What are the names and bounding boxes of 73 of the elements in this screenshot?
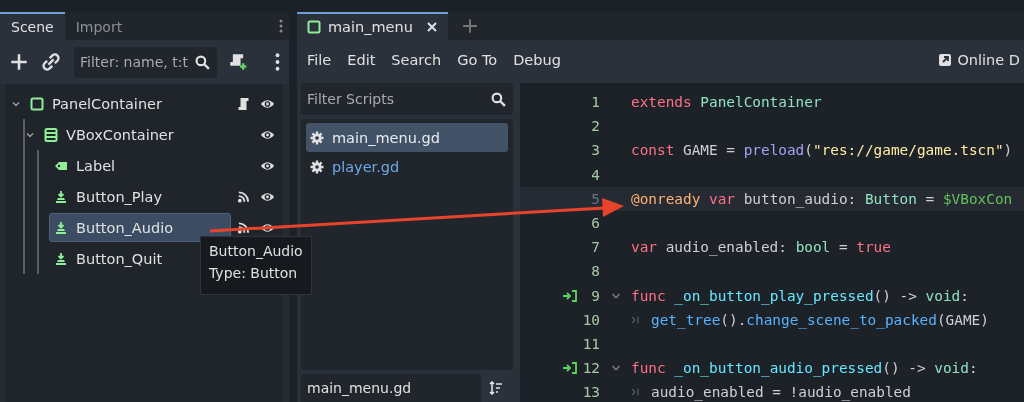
script-item[interactable]: player.gd: [306, 152, 508, 181]
menu-item[interactable]: Search: [383, 52, 450, 68]
close-icon[interactable]: [425, 21, 438, 33]
link-icon[interactable]: [42, 53, 60, 71]
code-line: const GAME = preload("res://game/game.tscn"): [631, 142, 1013, 159]
line-number: 10: [581, 311, 600, 328]
script-icon[interactable]: [237, 96, 250, 111]
code-line: @onready var button_audio: Button = $VBoxCon: [631, 190, 1013, 207]
sort-icon[interactable]: [489, 381, 503, 395]
signal-icon[interactable]: [237, 189, 250, 204]
add-tab-icon[interactable]: [461, 18, 478, 34]
line-number: 13: [581, 384, 600, 401]
line-number: 5: [590, 190, 600, 207]
eye-icon[interactable]: [260, 221, 275, 234]
signal-connection-icon[interactable]: [562, 362, 578, 375]
filter-field[interactable]: Filter: name, t:t: [74, 46, 217, 78]
file-tab[interactable]: main_menu: [297, 12, 448, 40]
dock-tab[interactable]: Import: [64, 12, 134, 40]
script-filter-field[interactable]: Filter Scripts: [301, 83, 513, 115]
eye-icon[interactable]: [260, 159, 275, 172]
external-link-icon: [938, 53, 953, 67]
button-node-icon: [54, 220, 68, 235]
code-line: var audio_enabled: bool = true: [631, 239, 891, 256]
tree-item[interactable]: Label: [49, 151, 121, 180]
menu-item[interactable]: Debug: [505, 52, 569, 68]
dock-tab[interactable]: Scene: [0, 12, 65, 40]
method-filter-field[interactable]: main_menu.gd: [301, 374, 481, 402]
code-line: audio_enabled = !audio_enabled: [651, 384, 911, 401]
eye-icon[interactable]: [260, 190, 275, 203]
tree-item[interactable]: Button_Audio: [49, 213, 231, 242]
line-number: 1: [590, 94, 600, 111]
signal-connection-icon[interactable]: [562, 289, 578, 302]
more-icon[interactable]: [275, 53, 280, 71]
code-line: func _on_button_audio_pressed() -> void:: [631, 360, 978, 377]
code-editor[interactable]: [520, 83, 1024, 402]
tooltip-title: Button_Audio: [209, 243, 303, 259]
signal-icon[interactable]: [237, 220, 250, 235]
line-number: 8: [590, 263, 600, 280]
line-number: 12: [581, 360, 600, 377]
line-number: 11: [581, 335, 600, 352]
eye-icon[interactable]: [260, 97, 275, 110]
menu-item[interactable]: Edit: [339, 52, 384, 68]
search-icon: [195, 54, 210, 70]
tooltip-type: Type: Button: [209, 265, 299, 281]
line-number: 7: [590, 239, 600, 256]
attach-script-icon[interactable]: [229, 53, 247, 71]
more-icon[interactable]: [279, 19, 283, 33]
script-item[interactable]: main_menu.gd: [306, 123, 508, 152]
menu-item[interactable]: Go To: [449, 52, 506, 68]
gear-icon: [310, 130, 324, 145]
panel-node-icon: [307, 20, 321, 34]
code-line: func _on_button_play_pressed() -> void:: [631, 287, 969, 304]
code-line: extends PanelContainer: [631, 94, 822, 111]
tree-item[interactable]: VBoxContainer: [39, 120, 179, 149]
line-number: 3: [590, 142, 600, 159]
line-number: 2: [590, 118, 600, 135]
menu-item[interactable]: File: [299, 52, 340, 68]
button-node-icon: [54, 251, 68, 266]
online-docs-link[interactable]: Online D: [938, 52, 1020, 68]
code-line: get_tree().change_scene_to_packed(GAME): [651, 311, 989, 328]
tree-item[interactable]: Button_Quit: [49, 244, 168, 273]
line-number: 9: [590, 287, 600, 304]
panel-node-icon: [30, 96, 44, 111]
tree-item[interactable]: PanelContainer: [25, 89, 167, 118]
line-number: 6: [590, 215, 600, 232]
add-icon[interactable]: [10, 53, 28, 71]
button-node-icon: [54, 189, 68, 204]
search-icon: [491, 91, 506, 107]
tree-item[interactable]: Button_Play: [49, 182, 168, 211]
eye-icon[interactable]: [260, 128, 275, 141]
vbox-node-icon: [44, 127, 58, 142]
gear-icon: [310, 159, 324, 174]
line-number: 4: [590, 166, 600, 183]
